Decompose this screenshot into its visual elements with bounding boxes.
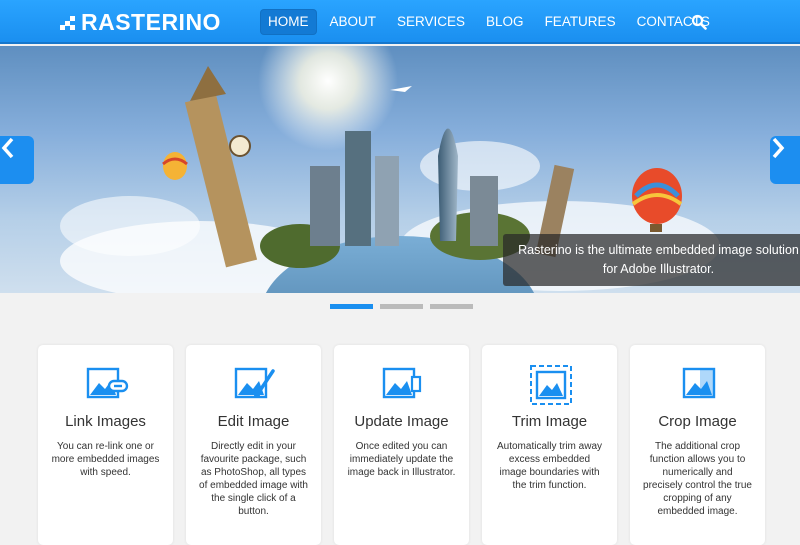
card-description: The additional crop function allows you … (643, 441, 752, 517)
feature-card-link-images[interactable]: Link Images You can re-link one or more … (38, 345, 173, 545)
card-description: Automatically trim away excess embedded … (496, 441, 603, 491)
chevron-left-icon (1, 137, 14, 159)
nav-blog[interactable]: BLOG (478, 9, 532, 35)
link-image-icon (86, 367, 129, 399)
logo-mark-icon (60, 15, 75, 30)
logo[interactable]: RASTERINO (60, 9, 221, 36)
nav-features[interactable]: FEATURES (537, 9, 624, 35)
card-title: Update Image (354, 413, 449, 430)
card-title: Crop Image (658, 413, 737, 430)
edit-image-icon (234, 367, 275, 399)
trim-image-icon (530, 365, 572, 405)
nav-services[interactable]: SERVICES (389, 9, 473, 35)
feature-card-update-image[interactable]: Update Image Once edited you can immedia… (334, 345, 469, 545)
card-description: Once edited you can immediately update t… (347, 441, 456, 478)
slider-next-button[interactable] (770, 136, 800, 184)
chevron-right-icon (772, 137, 785, 159)
brand-name: RASTERINO (81, 9, 221, 35)
nav-about[interactable]: ABOUT (322, 9, 385, 35)
feature-card-trim-image[interactable]: Trim Image Automatically trim away exces… (482, 345, 617, 545)
slider-prev-button[interactable] (0, 136, 34, 184)
card-title: Link Images (65, 413, 146, 430)
slider-pagination (330, 304, 480, 309)
nav-home[interactable]: HOME (260, 9, 317, 35)
card-description: You can re-link one or more embedded ima… (51, 441, 160, 478)
slider-dot[interactable] (330, 304, 373, 309)
feature-card-crop-image[interactable]: Crop Image The additional crop function … (630, 345, 765, 545)
hero-caption: Rasterino is the ultimate embedded image… (503, 234, 800, 286)
search-icon[interactable] (691, 14, 707, 30)
slider-dot[interactable] (380, 304, 423, 309)
feature-card-edit-image[interactable]: Edit Image Directly edit in your favouri… (186, 345, 321, 545)
update-image-icon (382, 367, 422, 399)
card-description: Directly edit in your favourite package,… (199, 441, 308, 517)
card-title: Edit Image (217, 413, 290, 430)
slider-dot[interactable] (430, 304, 473, 309)
crop-image-icon (682, 367, 716, 399)
site-header: RASTERINO HOME ABOUT SERVICES BLOG FEATU… (0, 0, 800, 44)
hero-slider: Rasterino is the ultimate embedded image… (0, 46, 800, 293)
main-nav: HOME ABOUT SERVICES BLOG FEATURES CONTAC… (260, 9, 718, 35)
card-title: Trim Image (511, 413, 588, 430)
